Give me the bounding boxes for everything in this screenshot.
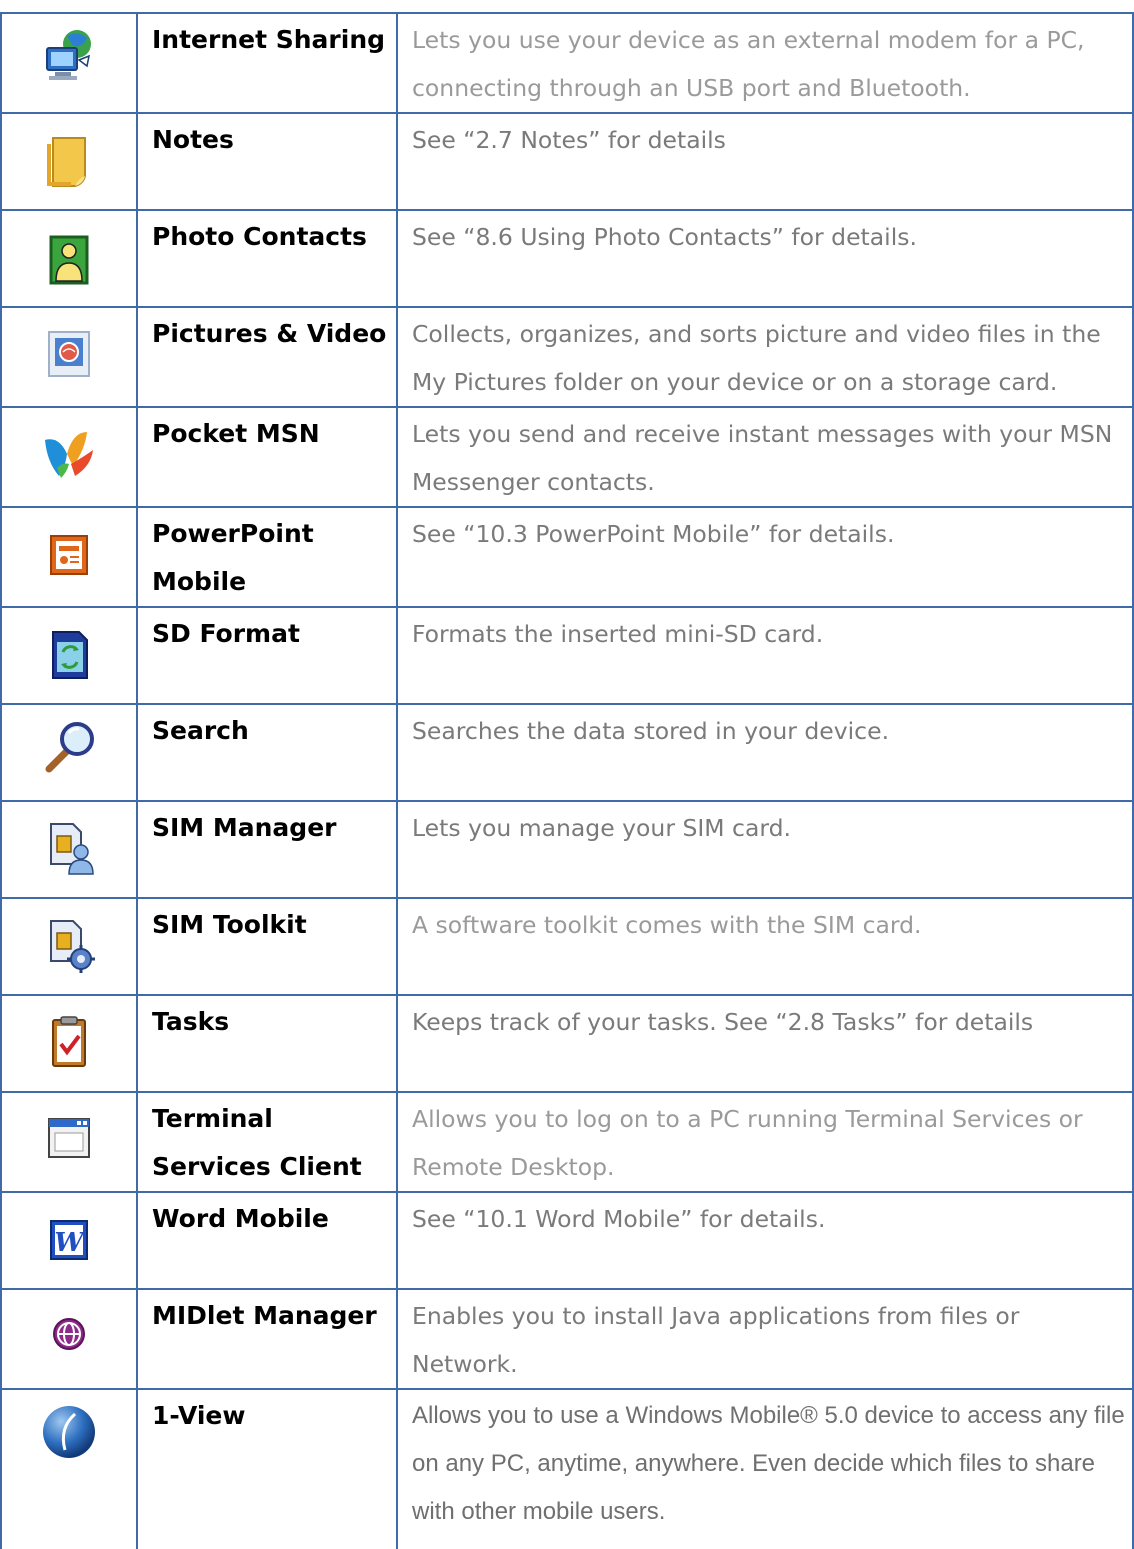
table-row: SIM Toolkit A software toolkit comes wit… <box>0 897 1134 996</box>
one-view-icon <box>39 1402 99 1462</box>
table-row: Notes See “2.7 Notes” for details <box>0 112 1134 211</box>
globe-icon <box>39 1304 99 1364</box>
program-name: SD Format <box>152 619 300 648</box>
program-name: Tasks <box>152 1007 230 1036</box>
table-row: Internet Sharing Lets you use your devic… <box>0 12 1134 114</box>
table-row: MIDlet Manager Enables you to install Ja… <box>0 1288 1134 1390</box>
program-description: Lets you use your device as an external … <box>412 26 1085 102</box>
program-name: Pocket MSN <box>152 419 320 448</box>
program-name: Search <box>152 716 249 745</box>
sd-format-icon <box>39 624 99 684</box>
program-name: Notes <box>152 125 234 154</box>
powerpoint-icon <box>39 526 99 586</box>
program-description: Lets you send and receive instant messag… <box>412 420 1113 496</box>
notes-icon <box>39 132 99 192</box>
table-row: Pictures & Video Collects, organizes, an… <box>0 306 1134 408</box>
program-description: Allows you to use a Windows Mobile® 5.0 … <box>412 1402 1125 1525</box>
program-name: 1-View <box>152 1401 246 1430</box>
table-row: SD Format Formats the inserted mini-SD c… <box>0 606 1134 705</box>
terminal-window-icon <box>39 1109 99 1169</box>
tasks-clipboard-icon <box>39 1012 99 1072</box>
table-row: Photo Contacts See “8.6 Using Photo Cont… <box>0 209 1134 308</box>
program-description: See “10.3 PowerPoint Mobile” for details… <box>412 520 895 548</box>
program-description: See “10.1 Word Mobile” for details. <box>412 1205 826 1233</box>
table-row: PowerPoint Mobile See “10.3 PowerPoint M… <box>0 506 1134 608</box>
program-name: Photo Contacts <box>152 222 367 251</box>
program-name: MIDlet Manager <box>152 1301 377 1330</box>
program-name: PowerPoint Mobile <box>152 519 314 596</box>
program-name: Internet Sharing <box>152 25 386 54</box>
table-row: 1-View Allows you to use a Windows Mobil… <box>0 1388 1134 1549</box>
program-description: Searches the data stored in your device. <box>412 717 890 745</box>
svg-text:W: W <box>54 1228 86 1258</box>
msn-butterfly-icon <box>39 424 99 484</box>
program-description: Formats the inserted mini-SD card. <box>412 620 824 648</box>
program-description: Collects, organizes, and sorts picture a… <box>412 320 1101 396</box>
program-name: Terminal Services Client <box>152 1104 362 1181</box>
programs-table: Internet Sharing Lets you use your devic… <box>0 12 1134 1549</box>
program-description: Lets you manage your SIM card. <box>412 814 792 842</box>
program-description: Enables you to install Java applications… <box>412 1302 1020 1378</box>
program-description: Keeps track of your tasks. See “2.8 Task… <box>412 1008 1034 1036</box>
pictures-video-icon <box>39 324 99 384</box>
table-row: Terminal Services Client Allows you to l… <box>0 1091 1134 1193</box>
magnifier-icon <box>39 717 99 777</box>
program-name: Pictures & Video <box>152 319 387 348</box>
program-name: SIM Toolkit <box>152 910 307 939</box>
icon-cell <box>0 12 138 114</box>
sim-toolkit-icon <box>39 915 99 975</box>
program-description: See “2.7 Notes” for details <box>412 126 726 154</box>
table-row: Search Searches the data stored in your … <box>0 703 1134 802</box>
table-row: SIM Manager Lets you manage your SIM car… <box>0 800 1134 899</box>
program-name: SIM Manager <box>152 813 337 842</box>
table-row: W Word Mobile See “10.1 Word Mobile” for… <box>0 1191 1134 1290</box>
table-row: Pocket MSN Lets you send and receive ins… <box>0 406 1134 508</box>
program-description: See “8.6 Using Photo Contacts” for detai… <box>412 223 917 251</box>
table-row: Tasks Keeps track of your tasks. See “2.… <box>0 994 1134 1093</box>
program-name: Word Mobile <box>152 1204 329 1233</box>
word-icon: W <box>39 1211 99 1271</box>
program-description: A software toolkit comes with the SIM ca… <box>412 911 922 939</box>
program-description: Allows you to log on to a PC running Ter… <box>412 1105 1083 1181</box>
internet-sharing-icon <box>39 26 99 86</box>
photo-contacts-icon <box>39 229 99 289</box>
sim-manager-icon <box>39 818 99 878</box>
